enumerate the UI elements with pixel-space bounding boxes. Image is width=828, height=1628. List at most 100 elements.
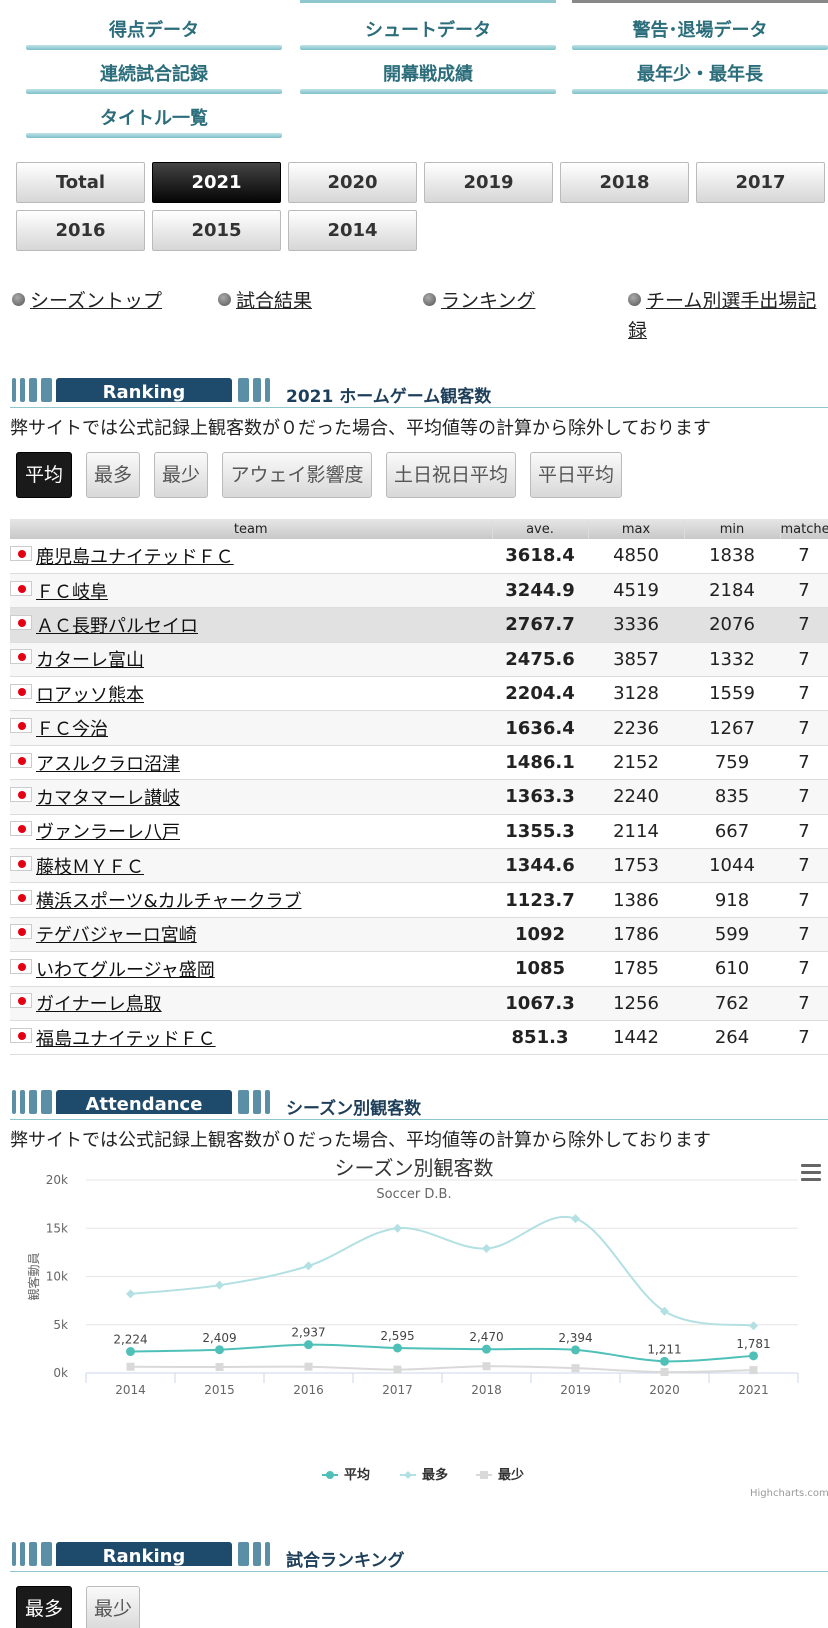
data-point[interactable] — [215, 1280, 224, 1290]
column-header-matches[interactable]: matches — [780, 519, 828, 539]
data-point[interactable] — [215, 1363, 224, 1372]
filter-tab-weekend-average[interactable]: 土日祝日平均 — [386, 452, 516, 498]
data-point[interactable] — [571, 1364, 580, 1373]
team-link[interactable]: ガイナーレ鳥取 — [36, 994, 162, 1015]
japan-flag-icon — [10, 649, 32, 665]
year-button-2019[interactable]: 2019 — [424, 162, 553, 203]
section-title: 試合ランキング — [286, 1551, 405, 1571]
data-point[interactable] — [304, 1362, 313, 1371]
filter-tab-average[interactable]: 平均 — [16, 452, 72, 498]
table-row: いわてグルージャ盛岡 1085 1785 610 7 — [10, 951, 828, 987]
nav-link-youngest-oldest[interactable]: 最年少・最年長 — [572, 62, 828, 96]
column-header-average[interactable]: ave. — [492, 519, 589, 539]
data-point[interactable] — [482, 1344, 491, 1354]
subnav-link-label[interactable]: ランキング — [441, 290, 535, 312]
max-cell: 3128 — [588, 676, 684, 712]
data-point[interactable] — [749, 1351, 758, 1361]
year-button-2014[interactable]: 2014 — [288, 210, 417, 251]
data-point[interactable] — [393, 1223, 402, 1233]
filter-tab-away-impact[interactable]: アウェイ影響度 — [222, 452, 372, 498]
year-button-2016[interactable]: 2016 — [16, 210, 145, 251]
matches-cell: 7 — [780, 882, 828, 918]
data-point[interactable] — [482, 1244, 491, 1254]
team-link[interactable]: 福島ユナイテッドＦＣ — [36, 1029, 216, 1050]
column-header-min[interactable]: min — [684, 519, 781, 539]
matches-cell: 7 — [780, 779, 828, 815]
team-link[interactable]: 横浜スポーツ&カルチャークラブ — [36, 891, 302, 912]
filter-tab-max[interactable]: 最多 — [86, 452, 140, 498]
chart-credits[interactable]: Highcharts.com — [750, 1488, 828, 1499]
year-button-2018[interactable]: 2018 — [560, 162, 689, 203]
data-point[interactable] — [749, 1321, 758, 1331]
data-point[interactable] — [571, 1214, 580, 1224]
column-header-max[interactable]: max — [588, 519, 685, 539]
y-tick-label: 0k — [53, 1366, 68, 1380]
japan-flag-icon — [10, 958, 32, 974]
legend-marker[interactable] — [326, 1471, 334, 1479]
subnav-player-records[interactable]: チーム別選手出場記録 — [628, 286, 828, 346]
team-link[interactable]: ＦＣ今治 — [36, 719, 108, 740]
data-point[interactable] — [660, 1356, 669, 1366]
min-cell: 762 — [684, 986, 780, 1021]
year-button-2015[interactable]: 2015 — [152, 210, 281, 251]
filter-tab-weekday-average[interactable]: 平日平均 — [530, 452, 622, 498]
column-header-team[interactable]: team — [10, 519, 493, 539]
subnav-link-label[interactable]: 試合結果 — [236, 290, 312, 312]
data-point[interactable] — [482, 1362, 491, 1371]
japan-flag-icon — [10, 614, 32, 630]
y-axis-label: 観客動員 — [26, 1252, 41, 1300]
max-cell: 3336 — [588, 607, 684, 643]
subnav-results[interactable]: 試合結果 — [218, 286, 312, 316]
nav-link-card-data[interactable]: 警告･退場データ — [572, 18, 828, 52]
average-cell: 2767.7 — [492, 607, 588, 643]
match-tab-min[interactable]: 最少 — [86, 1586, 140, 1628]
year-button-2017[interactable]: 2017 — [696, 162, 825, 203]
data-point[interactable] — [126, 1347, 135, 1357]
data-point[interactable] — [660, 1368, 669, 1377]
nav-link-shoot-data[interactable]: シュートデータ — [300, 18, 556, 52]
section-title: シーズン別観客数 — [286, 1099, 422, 1119]
min-cell: 1044 — [684, 848, 780, 884]
year-button-2020[interactable]: 2020 — [288, 162, 417, 203]
team-link[interactable]: カターレ富山 — [36, 650, 144, 671]
data-point[interactable] — [393, 1343, 402, 1353]
filter-tab-min[interactable]: 最少 — [154, 452, 208, 498]
team-link[interactable]: ロアッソ熊本 — [36, 685, 144, 706]
data-point[interactable] — [215, 1345, 224, 1355]
team-link[interactable]: いわてグルージャ盛岡 — [36, 960, 215, 981]
team-link[interactable]: 藤枝ＭＹＦＣ — [36, 857, 144, 878]
subnav-ranking[interactable]: ランキング — [423, 286, 535, 316]
data-point[interactable] — [571, 1345, 580, 1355]
team-link[interactable]: ＦＣ岐阜 — [36, 582, 108, 603]
team-link[interactable]: 鹿児島ユナイテッドＦＣ — [36, 547, 234, 568]
match-tab-max[interactable]: 最多 — [16, 1586, 72, 1628]
year-button-total[interactable]: Total — [16, 162, 145, 203]
nav-link-goal-data[interactable]: 得点データ — [26, 18, 282, 52]
nav-link-opening-results[interactable]: 開幕戦成績 — [300, 62, 556, 96]
team-link[interactable]: アスルクラロ沼津 — [36, 754, 180, 775]
min-cell: 2076 — [684, 607, 780, 643]
team-link[interactable]: ＡＣ長野パルセイロ — [36, 616, 198, 637]
legend-marker[interactable] — [480, 1471, 488, 1479]
legend-marker[interactable] — [404, 1471, 412, 1479]
nav-link-streak-record[interactable]: 連続試合記録 — [26, 62, 282, 96]
team-link[interactable]: カマタマーレ讃岐 — [36, 788, 180, 809]
data-point[interactable] — [393, 1365, 402, 1374]
data-point[interactable] — [749, 1366, 758, 1375]
subnav-season-top[interactable]: シーズントップ — [12, 286, 162, 316]
subnav-link-label[interactable]: チーム別選手出場記録 — [628, 290, 816, 342]
max-cell: 2240 — [588, 779, 684, 815]
matches-cell: 7 — [780, 539, 828, 574]
team-link[interactable]: ヴァンラーレ八戸 — [36, 822, 180, 843]
nav-link-titles[interactable]: タイトル一覧 — [26, 106, 282, 140]
data-label: 2,409 — [202, 1331, 236, 1345]
match-ranking-section-header: Ranking 試合ランキング — [10, 1538, 828, 1572]
data-point[interactable] — [126, 1362, 135, 1371]
average-cell: 1092 — [492, 917, 588, 953]
data-point[interactable] — [304, 1261, 313, 1271]
subnav-link-label[interactable]: シーズントップ — [30, 290, 162, 312]
year-button-2021[interactable]: 2021 — [152, 162, 281, 203]
team-link[interactable]: テゲバジャーロ宮崎 — [36, 925, 197, 946]
data-point[interactable] — [304, 1340, 313, 1350]
data-point[interactable] — [126, 1289, 135, 1299]
